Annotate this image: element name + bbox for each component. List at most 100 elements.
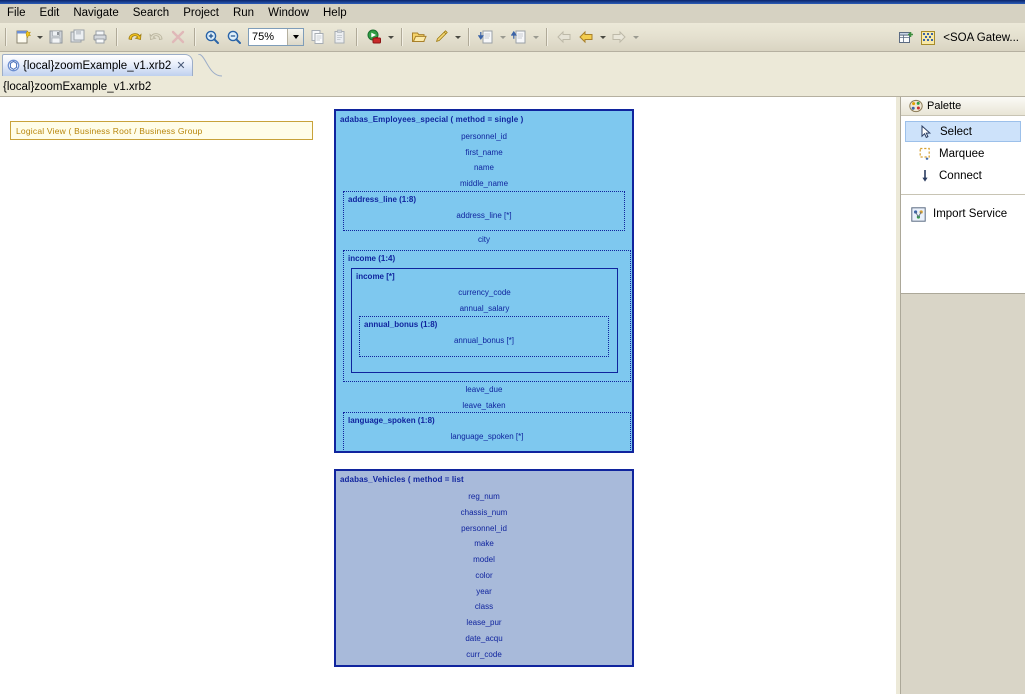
open-perspective-icon[interactable] [896, 28, 916, 48]
palette-divider-highlight [901, 195, 1025, 196]
import-service-icon [911, 206, 926, 222]
import-dropdown-icon[interactable] [497, 27, 508, 47]
palette-tools-group: Select Marquee Connect [901, 116, 1025, 191]
field-leave-taken: leave_taken [462, 401, 506, 410]
paste-icon[interactable] [330, 27, 350, 47]
zoom-level-value: 75% [252, 31, 275, 43]
menu-item-project[interactable]: Project [176, 6, 226, 21]
xrb2-file-icon [7, 59, 20, 72]
group-language-spoken[interactable]: language_spoken (1:8) language_spoken [*… [343, 412, 631, 452]
menu-item-edit[interactable]: Edit [33, 6, 67, 21]
field-personnel-id-veh: personnel_id [461, 524, 507, 533]
perspective-switcher: <SOA Gatew... [895, 23, 1025, 52]
palette-tool-connect-label: Connect [939, 169, 982, 182]
open-resource-icon[interactable] [409, 27, 429, 47]
undo-icon[interactable] [124, 27, 144, 47]
new-wizard-icon[interactable] [13, 27, 33, 47]
field-curr-code: curr_code [466, 650, 502, 659]
save-all-icon[interactable] [68, 27, 88, 47]
group-address-line[interactable]: address_line (1:8) address_line [*] [343, 191, 625, 231]
field-personnel-id: personnel_id [461, 132, 507, 141]
field-annual-bonus: annual_bonus [*] [453, 336, 515, 345]
perspective-label[interactable]: <SOA Gatew... [943, 32, 1019, 44]
editor-path-label: {local}zoomExample_v1.xrb2 [3, 81, 152, 93]
forward-dropdown-icon[interactable] [630, 27, 641, 47]
print-icon[interactable] [90, 27, 110, 47]
palette-item-import-service[interactable]: Import Service [901, 202, 1025, 226]
field-annual-salary: annual_salary [459, 304, 510, 313]
editor-tab-zoomexample[interactable]: {local}zoomExample_v1.xrb2 ✕ [2, 54, 193, 76]
annotate-icon[interactable] [431, 27, 451, 47]
delete-icon[interactable] [168, 27, 188, 47]
tab-slope-decoration [198, 54, 222, 78]
field-date-acqu: date_acqu [465, 634, 503, 643]
field-leave-due: leave_due [465, 385, 503, 394]
application-window: File Edit Navigate Search Project Run Wi… [0, 0, 1025, 694]
editor-path-bar: {local}zoomExample_v1.xrb2 [0, 78, 1025, 97]
palette-empty-area [901, 293, 1025, 694]
field-color: color [475, 571, 493, 580]
diagram-node-employees[interactable]: adabas_Employees_special ( method = sing… [334, 109, 634, 453]
close-icon[interactable]: ✕ [176, 59, 185, 72]
forward-icon[interactable] [609, 27, 629, 47]
field-name: name [473, 163, 494, 172]
palette-header[interactable]: Palette [901, 97, 1025, 116]
logical-view-note[interactable]: Logical View ( Business Root / Business … [10, 121, 313, 140]
run-icon[interactable] [364, 27, 384, 47]
palette-tool-marquee[interactable]: Marquee [905, 143, 1021, 164]
palette-tool-connect[interactable]: Connect [905, 165, 1021, 186]
new-wizard-dropdown-icon[interactable] [34, 27, 45, 47]
field-language-spoken: language_spoken [*] [450, 432, 524, 441]
editor-tab-strip: {local}zoomExample_v1.xrb2 ✕ [0, 52, 1025, 78]
group-label-language-spoken: language_spoken (1:8) [348, 416, 435, 425]
import-icon[interactable] [476, 27, 496, 47]
diagram-node-vehicles[interactable]: adabas_Vehicles ( method = list reg_num … [334, 469, 634, 667]
group-annual-bonus[interactable]: annual_bonus (1:8) annual_bonus [*] [359, 316, 609, 357]
run-dropdown-icon[interactable] [385, 27, 396, 47]
connect-arrow-icon [919, 169, 932, 183]
toolbar-separator [546, 28, 548, 46]
previous-icon[interactable] [576, 27, 596, 47]
group-income-inner[interactable]: income [*] currency_code annual_salary a… [351, 268, 618, 373]
group-label-annual-bonus: annual_bonus (1:8) [364, 320, 438, 329]
group-income[interactable]: income (1:4) income [*] currency_code an… [343, 250, 631, 382]
toolbar-separator [468, 28, 470, 46]
menu-item-help[interactable]: Help [316, 6, 354, 21]
group-label-income-inner: income [*] [356, 272, 395, 281]
soa-gateway-perspective-icon[interactable] [918, 28, 938, 48]
toolbar-separator [116, 28, 118, 46]
redo-icon[interactable] [146, 27, 166, 47]
menu-item-run[interactable]: Run [226, 6, 261, 21]
chevron-down-icon[interactable] [287, 29, 303, 45]
zoom-out-icon[interactable] [224, 27, 244, 47]
field-class: class [474, 602, 494, 611]
menu-item-search[interactable]: Search [126, 6, 176, 21]
node-title-vehicles: adabas_Vehicles ( method = list [340, 475, 464, 484]
field-model: model [473, 555, 495, 564]
previous-dropdown-icon[interactable] [597, 27, 608, 47]
export-icon[interactable] [509, 27, 529, 47]
field-address-line: address_line [*] [456, 211, 512, 220]
zoom-level-combo[interactable]: 75% [248, 28, 304, 46]
diagram-canvas[interactable]: Logical View ( Business Root / Business … [0, 97, 898, 694]
marquee-icon [919, 147, 932, 161]
menu-item-window[interactable]: Window [261, 6, 316, 21]
menu-item-navigate[interactable]: Navigate [66, 6, 125, 21]
zoom-in-icon[interactable] [202, 27, 222, 47]
copy-icon[interactable] [308, 27, 328, 47]
toolbar-separator [401, 28, 403, 46]
logical-view-note-label: Logical View ( Business Root / Business … [16, 125, 203, 136]
menu-item-file[interactable]: File [0, 6, 33, 21]
field-make: make [474, 539, 494, 548]
cursor-arrow-icon [920, 124, 933, 139]
annotate-dropdown-icon[interactable] [452, 27, 463, 47]
group-label-income: income (1:4) [348, 254, 396, 263]
export-dropdown-icon[interactable] [530, 27, 541, 47]
field-currency-code: currency_code [458, 288, 511, 297]
palette-tool-select[interactable]: Select [905, 121, 1021, 142]
back-icon[interactable] [554, 27, 574, 47]
save-icon[interactable] [46, 27, 66, 47]
toolbar-separator [5, 28, 7, 46]
field-lease-pur: lease_pur [466, 618, 502, 627]
palette-title: Palette [927, 100, 962, 112]
